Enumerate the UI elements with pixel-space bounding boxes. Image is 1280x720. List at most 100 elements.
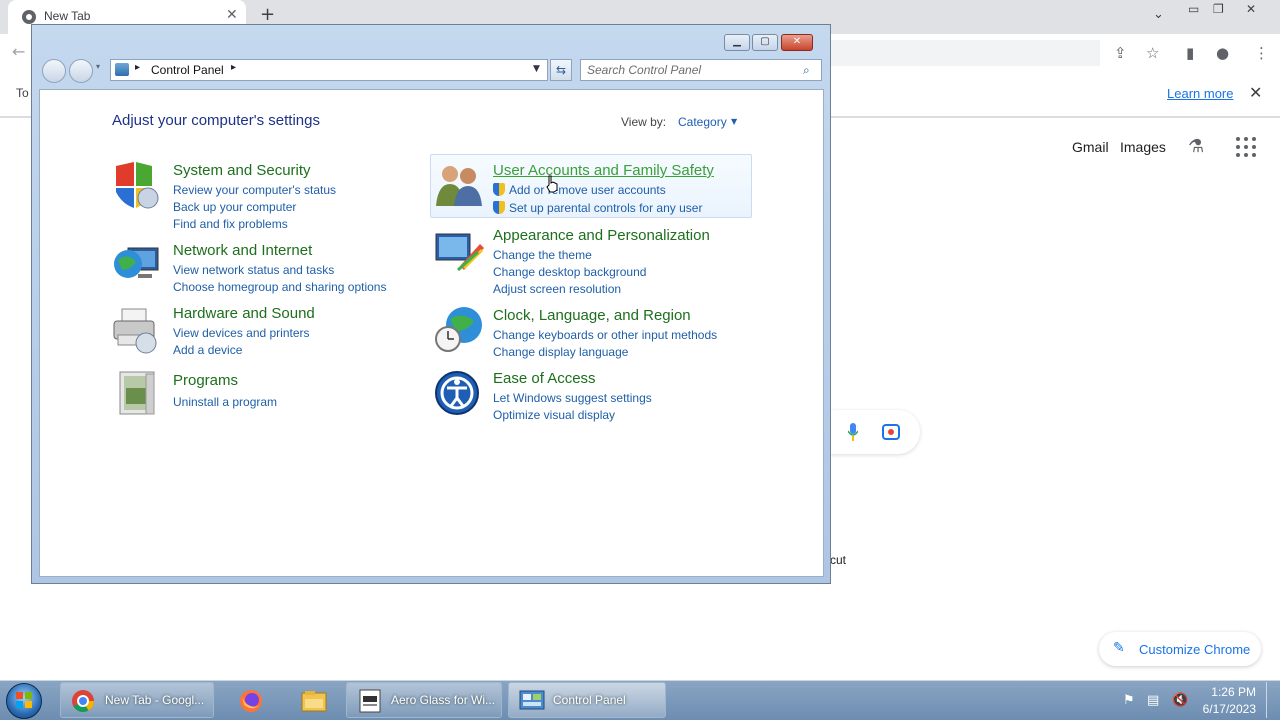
- category-link[interactable]: Choose homegroup and sharing options: [173, 280, 386, 294]
- category-link[interactable]: Change display language: [493, 345, 628, 359]
- category-title[interactable]: User Accounts and Family Safety: [493, 162, 714, 179]
- document-icon: [359, 689, 383, 713]
- voice-search-mic-icon[interactable]: [847, 423, 859, 441]
- printer-icon[interactable]: [112, 305, 162, 359]
- share-icon[interactable]: ⇪: [1114, 44, 1127, 62]
- category-link-text: Add or remove user accounts: [509, 183, 666, 197]
- breadcrumb-arrow-icon[interactable]: ▸: [135, 62, 140, 73]
- control-panel-window: ▁ ▢ ✕ ▾ ▸ Control Panel ▸ ▼ ⇆ ⌕ Adjust y…: [31, 24, 831, 584]
- category-link[interactable]: Change desktop background: [493, 265, 646, 279]
- google-search-box[interactable]: [830, 410, 920, 454]
- control-panel-icon: [115, 63, 129, 76]
- hand-cursor-icon: [546, 175, 558, 193]
- category-link[interactable]: Change keyboards or other input methods: [493, 328, 717, 342]
- infobar-close-icon[interactable]: ✕: [1249, 83, 1262, 102]
- show-desktop-button[interactable]: [1266, 682, 1278, 718]
- restore-icon[interactable]: ❐: [1213, 2, 1224, 16]
- category-link[interactable]: Uninstall a program: [173, 395, 277, 409]
- new-tab-button[interactable]: +: [260, 4, 275, 25]
- category-link[interactable]: View network status and tasks: [173, 263, 334, 277]
- clock-time[interactable]: 1:26 PM: [1206, 685, 1256, 699]
- category-link[interactable]: Optimize visual display: [493, 408, 615, 422]
- tab-close-icon[interactable]: ✕: [226, 7, 238, 23]
- view-by-dropdown[interactable]: Category: [678, 115, 727, 129]
- forward-button[interactable]: [69, 59, 93, 83]
- refresh-button[interactable]: ⇆: [550, 59, 572, 81]
- programs-icon[interactable]: [116, 370, 160, 420]
- clock-date[interactable]: 6/17/2023: [1198, 702, 1256, 716]
- category-title[interactable]: Programs: [173, 372, 238, 389]
- menu-dots-icon[interactable]: ⋮: [1254, 44, 1269, 62]
- pencil-icon: ✎: [1113, 640, 1125, 656]
- taskbar-item-explorer[interactable]: [284, 682, 342, 718]
- uac-shield-icon: [493, 183, 505, 196]
- network-globe-icon[interactable]: [112, 242, 162, 292]
- category-title[interactable]: Clock, Language, and Region: [493, 307, 691, 324]
- taskbar-item-firefox[interactable]: [222, 682, 280, 718]
- lens-camera-icon[interactable]: [882, 424, 900, 440]
- taskbar-item-chrome[interactable]: New Tab - Googl...: [60, 682, 214, 718]
- shield-icon[interactable]: [112, 162, 160, 216]
- omnibox[interactable]: [830, 40, 1100, 66]
- images-link[interactable]: Images: [1120, 139, 1166, 155]
- customize-chrome-label: Customize Chrome: [1139, 642, 1251, 657]
- recent-pages-dropdown-icon[interactable]: ▾: [96, 62, 100, 71]
- category-link[interactable]: Add a device: [173, 343, 242, 357]
- user-accounts-icon[interactable]: [434, 162, 484, 212]
- category-title[interactable]: Hardware and Sound: [173, 305, 315, 322]
- category-title[interactable]: Appearance and Personalization: [493, 227, 710, 244]
- volume-muted-icon[interactable]: 🔇: [1172, 693, 1188, 708]
- taskbar-item-control-panel[interactable]: Control Panel: [508, 682, 666, 718]
- category-link-shielded[interactable]: Set up parental controls for any user: [493, 201, 702, 215]
- address-bar[interactable]: ▸ Control Panel ▸ ▼: [110, 59, 548, 81]
- profile-avatar-icon[interactable]: ●: [1216, 44, 1229, 62]
- minimize-icon[interactable]: ▭: [1188, 2, 1199, 16]
- maximize-button[interactable]: ▢: [752, 34, 778, 51]
- close-icon[interactable]: ✕: [1246, 2, 1256, 16]
- back-arrow-icon[interactable]: ←: [12, 42, 25, 61]
- tab-search-icon[interactable]: ⌄: [1153, 7, 1164, 22]
- labs-flask-icon[interactable]: ⚗: [1188, 136, 1204, 157]
- category-title[interactable]: Ease of Access: [493, 370, 596, 387]
- category-link[interactable]: Review your computer's status: [173, 183, 336, 197]
- google-apps-icon[interactable]: [1236, 137, 1256, 157]
- search-box[interactable]: ⌕: [580, 59, 822, 81]
- ease-of-access-icon[interactable]: [434, 370, 480, 420]
- infobar-text: To: [16, 86, 29, 100]
- address-dropdown-icon[interactable]: ▼: [533, 64, 540, 74]
- gmail-link[interactable]: Gmail: [1072, 139, 1109, 155]
- action-center-flag-icon[interactable]: ⚑: [1123, 693, 1135, 708]
- control-panel-icon: [519, 689, 545, 713]
- view-by-label: View by:: [621, 115, 667, 129]
- network-icon[interactable]: ▤: [1147, 693, 1159, 708]
- chevron-down-icon[interactable]: ▼: [731, 117, 737, 126]
- category-link[interactable]: Back up your computer: [173, 200, 296, 214]
- breadcrumb-control-panel[interactable]: Control Panel: [151, 63, 224, 77]
- bookmark-star-icon[interactable]: ☆: [1146, 44, 1159, 62]
- breadcrumb-arrow-icon[interactable]: ▸: [231, 62, 236, 73]
- category-link[interactable]: Adjust screen resolution: [493, 282, 621, 296]
- close-button[interactable]: ✕: [781, 34, 813, 51]
- side-panel-icon[interactable]: ▮: [1186, 44, 1194, 62]
- taskbar-item-label: New Tab - Googl...: [105, 693, 205, 707]
- firefox-icon: [239, 689, 263, 713]
- category-link[interactable]: Let Windows suggest settings: [493, 391, 652, 405]
- minimize-button[interactable]: ▁: [724, 34, 750, 51]
- category-link[interactable]: View devices and printers: [173, 326, 310, 340]
- category-title[interactable]: System and Security: [173, 162, 311, 179]
- appearance-icon[interactable]: [434, 230, 484, 278]
- learn-more-link[interactable]: Learn more: [1167, 86, 1233, 101]
- category-link[interactable]: Find and fix problems: [173, 217, 288, 231]
- clock-globe-icon[interactable]: [434, 305, 484, 359]
- folder-icon: [301, 689, 327, 713]
- search-icon[interactable]: ⌕: [803, 63, 810, 78]
- back-button[interactable]: [42, 59, 66, 83]
- category-title[interactable]: Network and Internet: [173, 242, 312, 259]
- category-link[interactable]: Change the theme: [493, 248, 592, 262]
- tab-title: New Tab: [44, 9, 91, 23]
- category-link-shielded[interactable]: Add or remove user accounts: [493, 183, 666, 197]
- category-link-text: Set up parental controls for any user: [509, 201, 703, 215]
- taskbar-item-aero-glass[interactable]: Aero Glass for Wi...: [346, 682, 502, 718]
- search-input[interactable]: [587, 62, 797, 78]
- customize-chrome-button[interactable]: ✎ Customize Chrome: [1099, 632, 1261, 666]
